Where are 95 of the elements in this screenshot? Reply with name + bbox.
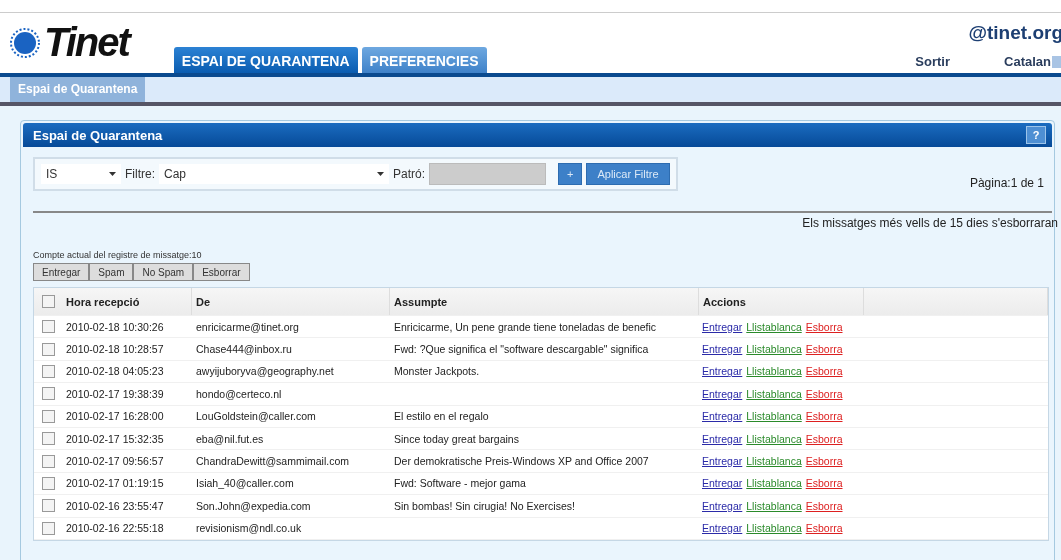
table-cell-text: Monster Jackpots. [393,365,481,378]
language-select[interactable]: Catalan [1004,54,1061,69]
action-link[interactable]: Esborra [805,387,843,400]
table-cell-text: 2010-02-17 09:56:57 [65,455,165,468]
field-select[interactable]: IS [41,164,121,184]
row-checkbox[interactable] [41,342,55,356]
action-link[interactable]: Entregar [702,365,743,378]
row-checkbox[interactable] [41,499,55,513]
table-cell-text: 2010-02-18 04:05:23 [65,365,165,378]
action-link[interactable]: Llistablanca [746,343,802,356]
action-link[interactable]: Esborra [805,455,843,468]
row-checkbox[interactable] [41,320,55,334]
table-cell-text: 2010-02-17 01:19:15 [65,477,165,490]
nav-tab[interactable]: ESPAI DE QUARANTENA [173,47,358,73]
filter-select[interactable]: Cap [159,164,389,184]
table-cell-text: 2010-02-17 16:28:00 [65,410,165,423]
action-button[interactable]: No Spam [133,263,194,281]
pattern-label: Patró: [393,167,425,181]
table-cell-text: 2010-02-16 22:55:18 [65,522,165,535]
table-cell-text: hondo@certeco.nl [195,387,283,400]
table-cell-text: eba@nil.fut.es [195,432,265,445]
row-checkbox[interactable] [41,364,55,378]
table-cell-text: El estilo en el regalo [393,410,490,423]
nav-tab[interactable]: PREFERENCIES [361,47,487,73]
help-button[interactable]: ? [1026,126,1046,144]
row-checkbox[interactable] [41,387,55,401]
action-link[interactable]: Entregar [702,432,743,445]
action-link[interactable]: Entregar [702,499,743,512]
table-cell-text: Fwd: Software - mejor gama [393,477,527,490]
row-checkbox[interactable] [41,432,55,446]
action-link[interactable]: Entregar [702,320,743,333]
table-cell-text: Enricicarme, Un pene grande tiene toneladas de benefic [393,320,658,333]
logout-link[interactable]: Sortir [915,54,951,69]
action-link[interactable]: Llistablanca [746,522,802,535]
account-name: @tinet.org [968,22,1061,44]
action-link[interactable]: Llistablanca [746,320,802,333]
action-link[interactable]: Llistablanca [746,477,802,490]
action-button[interactable]: Entregar [33,263,90,281]
table-cell-text: 2010-02-18 10:30:26 [65,320,165,333]
table-cell-text: 2010-02-18 10:28:57 [65,343,165,356]
column-header: De [192,288,390,315]
table-cell-text: Chase444@inbox.ru [195,343,293,356]
action-link[interactable]: Entregar [702,343,743,356]
action-link[interactable]: Esborra [805,522,843,535]
table-cell-text: enricicarme@tinet.org [195,320,300,333]
action-link[interactable]: Entregar [702,477,743,490]
message-count: Compte actual del registre de missatge:10 [33,250,203,260]
table-cell-text: awyijuboryva@geography.net [195,365,335,378]
action-link[interactable]: Entregar [702,387,743,400]
add-button[interactable]: + [558,163,583,185]
row-checkbox[interactable] [41,409,55,423]
table-cell-text: LouGoldstein@caller.com [195,410,317,423]
action-link[interactable]: Esborra [805,365,843,378]
panel-title: Espai de Quarantena [33,127,163,143]
table-cell-text: Sin bombas! Sin cirugia! No Exercises! [393,499,576,512]
table-cell-text: Son.John@expedia.com [195,499,312,512]
table-cell-text: Fwd: ?Que significa el "software descargable" significa [393,343,650,356]
table-cell-text: 2010-02-17 19:38:39 [65,387,165,400]
row-checkbox[interactable] [41,454,55,468]
apply-filter-button[interactable]: Aplicar Filtre [586,163,670,185]
pattern-field[interactable] [429,163,546,185]
action-link[interactable]: Esborra [805,432,843,445]
logo-icon [10,27,40,58]
action-link[interactable]: Llistablanca [746,499,802,512]
page-indicator: Pàgina:1 de 1 [969,176,1044,190]
action-link[interactable]: Llistablanca [746,410,802,423]
action-link[interactable]: Llistablanca [746,387,802,400]
retention-notice: Els missatges més vells de 15 dies s'esborraran [802,216,1058,230]
action-link[interactable]: Esborra [805,477,843,490]
action-link[interactable]: Entregar [702,522,743,535]
table-cell-text: Isiah_40@caller.com [195,477,295,490]
action-button[interactable]: Esborrar [193,263,250,281]
column-header: Hora recepció [62,288,192,315]
table-cell-text: Since today great bargains [393,432,520,445]
action-link[interactable]: Esborra [805,343,843,356]
table-cell-text: revisionism@ndl.co.uk [195,522,303,535]
table-cell-text: 2010-02-17 15:32:35 [65,432,165,445]
table-cell-text: ChandraDewitt@sammimail.com [195,455,351,468]
table-cell-text: 2010-02-16 23:55:47 [65,499,165,512]
column-header: Assumpte [390,288,699,315]
row-checkbox[interactable] [41,521,55,535]
action-link[interactable]: Llistablanca [746,365,802,378]
row-checkbox[interactable] [41,476,55,490]
table-cell-text: Der demokratische Preis-Windows XP and Office 2007 [393,455,650,468]
action-link[interactable]: Esborra [805,320,843,333]
filter-label: Filtre: [125,167,155,181]
select-all-checkbox[interactable] [41,295,55,308]
action-link[interactable]: Llistablanca [746,455,802,468]
column-header: Accions [699,288,864,315]
action-link[interactable]: Entregar [702,410,743,423]
action-link[interactable]: Llistablanca [746,432,802,445]
action-button[interactable]: Spam [89,263,134,281]
action-link[interactable]: Entregar [702,455,743,468]
action-link[interactable]: Esborra [805,410,843,423]
action-link[interactable]: Esborra [805,499,843,512]
